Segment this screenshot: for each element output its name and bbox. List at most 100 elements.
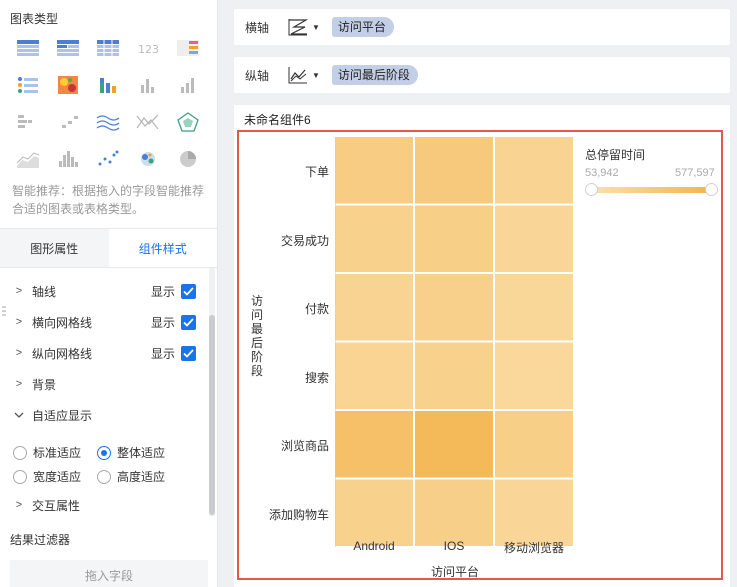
color-table-icon[interactable] <box>176 38 200 58</box>
selected-chart-frame[interactable]: 访问最后阶段 下单 交易成功 付款 搜索 浏览商品 添加购物车 Android IOS 移动浏… <box>237 130 723 580</box>
filter-drop-zone[interactable]: 拖入字段 <box>10 560 208 587</box>
drag-handle-icon[interactable] <box>2 305 6 319</box>
column-chart-icon[interactable] <box>176 75 200 95</box>
chevron-right-icon: > <box>15 316 23 328</box>
stacked-bar-icon[interactable] <box>96 75 120 95</box>
heatmap-cell[interactable] <box>415 411 493 478</box>
chevron-right-icon: > <box>15 378 23 390</box>
row-label: 付款 <box>304 302 329 317</box>
chevron-right-icon: > <box>15 285 23 297</box>
row-label: 浏览商品 <box>280 439 329 454</box>
chevron-down-icon <box>12 412 26 418</box>
component-title: 未命名组件6 <box>244 113 311 127</box>
radio-height-fit[interactable]: 高度适应 <box>97 468 165 485</box>
prop-axis-line[interactable]: > 轴线 显示 <box>12 276 196 306</box>
heat-grid-icon[interactable] <box>56 75 80 95</box>
heatmap-cell[interactable] <box>335 479 413 547</box>
radio-circle <box>13 445 27 460</box>
multi-line-icon[interactable] <box>96 112 120 132</box>
heatmap-cell[interactable] <box>335 411 413 478</box>
step-bar-icon[interactable] <box>56 112 80 132</box>
heatmap-cell[interactable] <box>335 137 413 204</box>
caret-down-icon[interactable]: ▼ <box>312 71 320 80</box>
radio-circle <box>97 469 111 484</box>
x-axis-label: 横轴 <box>245 20 270 35</box>
chevron-right-icon: > <box>15 347 23 359</box>
grouped-bar-icon[interactable] <box>16 112 40 132</box>
radio-overall-fit[interactable]: 整体适应 <box>97 444 165 461</box>
histogram-icon[interactable] <box>56 149 80 169</box>
legend-min-handle[interactable] <box>585 183 598 196</box>
prop-v-grid[interactable]: > 纵向网格线 显示 <box>12 338 196 368</box>
table-icon[interactable] <box>16 38 40 58</box>
chart-type-grid: 123 <box>12 36 208 184</box>
bubble-icon[interactable] <box>136 149 160 169</box>
axis-sort-icon[interactable] <box>287 17 309 37</box>
heatmap-cell[interactable] <box>495 479 573 547</box>
line-area-icon[interactable] <box>136 112 160 132</box>
x-axis-field-pill[interactable]: 访问平台 <box>331 17 394 37</box>
chevron-right-icon: > <box>15 499 23 511</box>
tab-graphic-properties[interactable]: 图形属性 <box>0 229 109 267</box>
chart-component: 未命名组件6 访问最后阶段 下单 交易成功 付款 搜索 浏览商品 添加购物车 Androi… <box>234 105 730 587</box>
property-tabs: 图形属性 组件样式 <box>0 228 217 268</box>
h-grid-checkbox[interactable] <box>181 314 196 330</box>
legend-color-scale <box>591 187 716 193</box>
y-axis-label: 纵轴 <box>245 68 270 83</box>
prop-interaction[interactable]: > 交互属性 <box>12 490 196 520</box>
row-label: 交易成功 <box>280 233 329 248</box>
heatmap-cell[interactable] <box>415 479 493 547</box>
row-label: 添加购物车 <box>268 507 329 522</box>
legend-max-handle[interactable] <box>705 183 718 196</box>
cross-table-icon[interactable] <box>96 38 120 58</box>
column-label: 移动浏览器 <box>503 541 564 555</box>
heatmap-cell[interactable] <box>415 137 493 204</box>
radio-standard-fit[interactable]: 标准适应 <box>13 444 81 461</box>
radio-circle-selected <box>97 445 111 460</box>
heatmap-cell[interactable] <box>495 137 573 204</box>
v-grid-checkbox[interactable] <box>181 345 196 361</box>
svg-text:123: 123 <box>138 43 159 56</box>
row-label: 下单 <box>304 165 329 180</box>
heatmap-cell[interactable] <box>495 274 573 341</box>
heatmap-cell[interactable] <box>495 205 573 273</box>
bar-chart-icon[interactable] <box>136 75 160 95</box>
heatmap-cell[interactable] <box>335 342 413 410</box>
x-axis-title: 访问平台 <box>430 565 479 579</box>
heatmap-cell[interactable] <box>335 205 413 273</box>
line-chart-axis-icon[interactable] <box>287 65 309 85</box>
scatter-icon[interactable] <box>96 149 120 169</box>
kpi-number-icon[interactable]: 123 <box>136 38 160 58</box>
radio-circle <box>13 469 27 484</box>
caret-down-icon[interactable]: ▼ <box>312 23 320 32</box>
y-axis-bar: 纵轴 ▼ 访问最后阶段 <box>234 57 730 93</box>
prop-background[interactable]: > 背景 <box>12 369 196 399</box>
pie-chart-icon[interactable] <box>176 149 200 169</box>
heatmap-cell[interactable] <box>415 205 493 273</box>
heatmap-cell[interactable] <box>415 274 493 341</box>
props-scrollbar-thumb[interactable] <box>209 315 215 515</box>
heatmap-cell[interactable] <box>335 274 413 341</box>
list-indicator-icon[interactable] <box>16 75 40 95</box>
legend-title: 总停留时间 <box>585 148 646 162</box>
heatmap-cell[interactable] <box>415 342 493 410</box>
pivot-table-icon[interactable] <box>56 38 80 58</box>
radar-icon[interactable] <box>176 112 200 132</box>
left-panel: 图表类型 123 智能推荐：根据拖入的字段智能推荐合适的图表或表格类型。 图形属… <box>0 0 218 587</box>
area-chart-icon[interactable] <box>16 149 40 169</box>
result-filter-title: 结果过滤器 <box>10 533 71 547</box>
legend-max-value: 577,597 <box>675 167 715 179</box>
radio-width-fit[interactable]: 宽度适应 <box>13 468 81 485</box>
axis-line-checkbox[interactable] <box>181 283 196 299</box>
prop-h-grid[interactable]: > 横向网格线 显示 <box>12 307 196 337</box>
y-axis-field-pill[interactable]: 访问最后阶段 <box>331 65 418 85</box>
heatmap-cell[interactable] <box>495 411 573 478</box>
prop-adaptive-display[interactable]: 自适应显示 <box>12 400 196 430</box>
column-label: IOS <box>443 539 465 553</box>
chart-type-title: 图表类型 <box>10 12 59 26</box>
heatmap-svg <box>335 137 573 547</box>
column-label: Android <box>353 539 395 553</box>
component-style-panel: > 轴线 显示 > 横向网格线 显示 > 纵向网格线 显示 > 背景 自适应显示… <box>0 268 217 520</box>
heatmap-cell[interactable] <box>495 342 573 410</box>
tab-component-style[interactable]: 组件样式 <box>108 229 217 267</box>
